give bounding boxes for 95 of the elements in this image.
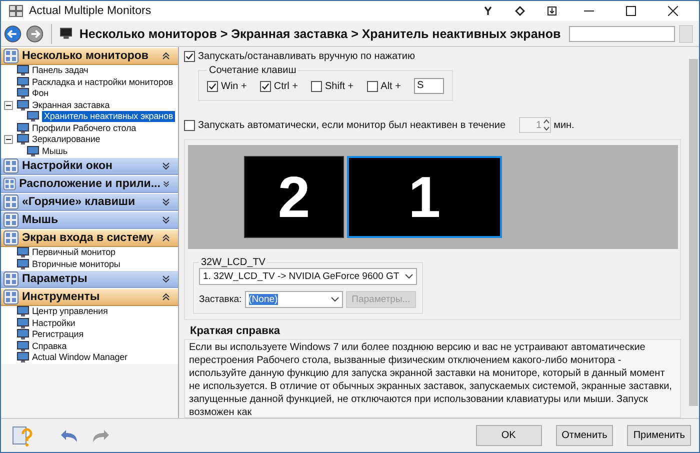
tree-item[interactable]: Мышь: [1, 146, 178, 157]
group-title: 32W_LCD_TV: [200, 257, 266, 268]
grid-icon: [3, 176, 16, 192]
grid-icon: [3, 212, 19, 228]
monitor-icon: [17, 340, 29, 352]
grid-icon: [3, 194, 19, 210]
section-header[interactable]: Несколько мониторов: [1, 47, 178, 65]
unit-label: мин.: [554, 120, 574, 130]
group-title: Сочетание клавиш: [208, 65, 298, 76]
tree-item[interactable]: Профили Рабочего стола: [1, 122, 178, 134]
tree-item[interactable]: Хранитель неактивных экранов: [1, 111, 178, 122]
breadcrumb: Несколько мониторов > Экранная заставка > Хранитель неактивных экранов: [79, 26, 561, 40]
field-label: Заставка:: [199, 294, 242, 305]
monitor-icon: [17, 329, 29, 340]
monitor-dropdown[interactable]: 1. 32W_LCD_TV -> NVIDIA GeForce 9600 GT: [199, 268, 418, 285]
tree-item[interactable]: Зеркалирование: [1, 134, 178, 146]
monitor-icon: [17, 306, 29, 318]
monitor-tile[interactable]: 2: [244, 156, 344, 238]
checkbox[interactable]: [184, 120, 195, 130]
tree-item[interactable]: Настройки: [1, 318, 178, 329]
collapse-toggle-icon[interactable]: [4, 135, 13, 144]
help-title: Краткая справка: [190, 325, 282, 337]
checkbox[interactable]: [184, 51, 195, 62]
caret-icon[interactable]: [405, 274, 414, 279]
dialog-button[interactable]: OK: [476, 425, 542, 446]
chevron-down-icon[interactable]: [162, 216, 170, 224]
chevron-up-icon[interactable]: [162, 52, 170, 60]
window-title: Actual Multiple Monitors: [29, 5, 152, 17]
grid-icon: [3, 271, 19, 287]
app-icon: [9, 5, 23, 17]
key-field[interactable]: S: [414, 78, 444, 94]
monitor-icon: [27, 111, 39, 122]
chevron-up-icon[interactable]: [162, 234, 170, 242]
tree-item[interactable]: Регистрация: [1, 329, 178, 340]
monitor-icon: [60, 27, 72, 40]
monitor-icon: [17, 318, 29, 329]
chevron-down-icon[interactable]: [162, 275, 170, 283]
checkbox[interactable]: [366, 80, 378, 92]
monitor-icon: [17, 65, 29, 76]
caret-icon[interactable]: [330, 297, 339, 302]
section-header[interactable]: Параметры: [1, 270, 178, 288]
tree-item[interactable]: Центр управления: [1, 306, 178, 318]
tree-item[interactable]: Первичный монитор: [1, 247, 178, 258]
monitor-icon: [17, 247, 29, 258]
close-icon[interactable]: [668, 6, 678, 16]
tree-item[interactable]: Экранная заставка: [1, 100, 178, 111]
monitor-tile[interactable]: 1: [347, 156, 502, 238]
checkbox-label: Ctrl +: [274, 80, 298, 92]
section-header[interactable]: «Горячие» клавиши: [1, 193, 178, 211]
forward-icon[interactable]: [26, 24, 44, 44]
help-text: Если вы используете Windows 7 или более позднюю версию и вас не устраивают автоматические перестроения Рабочего стола, вызванные физическим отключением какого-либо монитора - используйте данную функцию для запуска экранной заставки на мониторе, который в данный момент не используется. В отличие от обычных экранных заставок, запускаемых системой, экранные заставки, запущенные данной функцией, не отключаются при использовании клавиатуры или мыши. Запуск возможен как: [189, 341, 673, 417]
checkbox-label: Shift +: [325, 80, 354, 92]
maximize-icon[interactable]: [626, 6, 636, 16]
help-icon[interactable]: [11, 424, 33, 446]
tree-item[interactable]: Справка: [1, 340, 178, 352]
monitor-icon: [27, 146, 39, 157]
tree-item[interactable]: Панель задач: [1, 65, 178, 76]
monitor-icon: [17, 134, 29, 146]
checkbox[interactable]: [207, 80, 218, 92]
tree-item[interactable]: Раскладка и настройки мониторов: [1, 76, 178, 88]
dialog-button[interactable]: Отменить: [556, 425, 614, 446]
checkbox[interactable]: [260, 80, 271, 92]
undo-icon[interactable]: [59, 428, 79, 444]
grid-icon: [3, 158, 19, 174]
section-header[interactable]: Инструменты: [1, 288, 178, 306]
checkbox[interactable]: [311, 80, 322, 92]
tree-item[interactable]: Вторичные мониторы: [1, 258, 178, 270]
section-header[interactable]: Настройки окон: [1, 157, 178, 175]
chevron-down-icon[interactable]: [163, 180, 170, 188]
tree-item[interactable]: Actual Window Manager: [1, 352, 178, 364]
section-header[interactable]: Расположение и прили...: [1, 175, 178, 193]
back-icon[interactable]: [4, 24, 22, 44]
move-window-icon[interactable]: [547, 6, 557, 16]
checkbox-label: Win +: [221, 80, 247, 92]
screensaver-dropdown[interactable]: (None): [244, 291, 343, 308]
monitor-icon: [17, 352, 29, 364]
chevron-up-icon[interactable]: [162, 293, 170, 301]
tree-item[interactable]: Фон: [1, 88, 178, 100]
monitor-icon: [17, 88, 29, 100]
grid-icon: [3, 230, 19, 246]
grid-icon: [3, 289, 19, 305]
monitor-icon: [17, 122, 29, 134]
section-header[interactable]: Экран входа в систему: [1, 229, 178, 247]
monitor-icon: [17, 100, 29, 111]
section-header[interactable]: Мышь: [1, 211, 178, 229]
chevron-down-icon[interactable]: [162, 198, 170, 206]
monitor-icon: [17, 258, 29, 270]
checkbox-label: Запускать/останавливать вручную по нажатию: [198, 51, 416, 62]
chevron-down-icon[interactable]: [162, 162, 170, 170]
monitor-icon: [17, 76, 29, 88]
dialog-button[interactable]: Применить: [627, 425, 691, 446]
collapse-toggle-icon[interactable]: [4, 100, 13, 110]
checkbox-label: Запускать автоматически, если монитор был неактивен в течение: [198, 120, 506, 130]
search-field[interactable]: [568, 26, 675, 42]
checkbox-label: Alt +: [380, 80, 401, 92]
